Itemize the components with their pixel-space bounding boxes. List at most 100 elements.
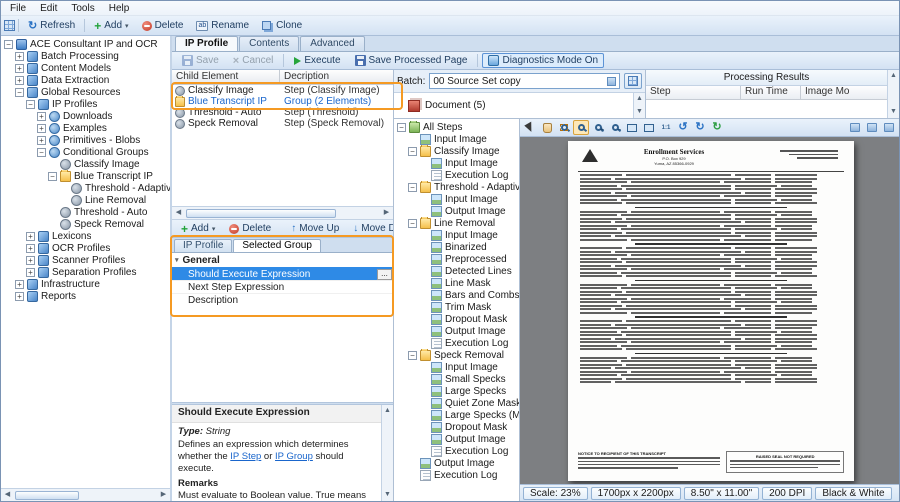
collapse-icon[interactable]: − — [397, 123, 406, 132]
pointer-icon[interactable] — [522, 120, 538, 135]
tree-item-small-specks[interactable]: Small Specks — [394, 373, 519, 385]
settings-icon[interactable] — [881, 120, 897, 135]
menu-item-edit[interactable]: Edit — [33, 3, 64, 14]
rotate-right-icon[interactable]: ↻ — [692, 120, 708, 135]
scroll-right-icon[interactable]: ▶ — [157, 489, 170, 501]
collapse-icon[interactable]: − — [408, 219, 417, 228]
expand-icon[interactable]: + — [15, 64, 24, 73]
navigation-icon[interactable] — [4, 20, 15, 31]
tree-item-speck-removal[interactable]: Speck Removal — [1, 218, 170, 230]
column-header-child-element[interactable]: Child Element — [172, 70, 280, 84]
zoom-out-icon[interactable]: − — [607, 120, 623, 135]
viewer-canvas[interactable]: Enrollment Services P.O. Box 929 Yuma, A… — [520, 137, 899, 484]
scrollbar-track[interactable] — [337, 207, 380, 219]
tree-item-input-image[interactable]: Input Image — [394, 133, 519, 145]
column-header-description[interactable]: Decription — [280, 70, 393, 84]
tree-item-execution-log[interactable]: Execution Log — [394, 445, 519, 457]
tree-item-line-removal[interactable]: −Line Removal — [394, 217, 519, 229]
scrollbar-thumb[interactable] — [186, 209, 336, 218]
document-strip-scrollbar[interactable]: ▲ ▼ — [633, 93, 645, 118]
tree-item-scanner-profiles[interactable]: +Scanner Profiles — [1, 254, 170, 266]
expand-icon[interactable]: + — [15, 280, 24, 289]
collapse-icon[interactable]: − — [15, 88, 24, 97]
tree-item-large-specks-masked[interactable]: Large Specks (Masked) — [394, 409, 519, 421]
scroll-up-icon[interactable]: ▲ — [888, 70, 899, 82]
tree-item-ip-profiles[interactable]: −IP Profiles — [1, 98, 170, 110]
expand-icon[interactable]: + — [26, 244, 35, 253]
diagnostics-mode-button[interactable]: Diagnostics Mode On — [482, 53, 604, 68]
expand-icon[interactable]: + — [15, 76, 24, 85]
tree-item-ace-consultant-ip-and-ocr[interactable]: −ACE Consultant IP and OCR — [1, 38, 170, 50]
scroll-up-icon[interactable]: ▲ — [382, 405, 393, 417]
scrollbar-track[interactable] — [888, 82, 899, 106]
tree-item-dropout-mask[interactable]: Dropout Mask — [394, 313, 519, 325]
tab-ip-profile[interactable]: IP Profile — [175, 36, 238, 51]
tree-item-separation-profiles[interactable]: +Separation Profiles — [1, 266, 170, 278]
tree-item-batch-processing[interactable]: +Batch Processing — [1, 50, 170, 62]
batch-combo[interactable]: 00 Source Set copy — [429, 73, 620, 89]
tab-advanced[interactable]: Advanced — [300, 36, 364, 51]
collapse-icon[interactable]: − — [4, 40, 13, 49]
tree-item-bars-and-combs[interactable]: Bars and Combs — [394, 289, 519, 301]
display-icon[interactable] — [847, 120, 863, 135]
save-processed-page-button[interactable]: Save Processed Page — [349, 53, 474, 68]
collapse-icon[interactable]: − — [48, 172, 57, 181]
table-row-blue-transcript-ip[interactable]: Blue Transcript IPGroup (2 Elements) — [172, 96, 393, 107]
expand-icon[interactable]: + — [37, 124, 46, 133]
tree-item-input-image[interactable]: Input Image — [394, 193, 519, 205]
combo-edit-icon[interactable] — [607, 77, 616, 86]
scroll-down-icon[interactable]: ▼ — [888, 106, 899, 118]
tree-item-classify-image[interactable]: Classify Image — [1, 158, 170, 170]
tree-item-threshold-adaptive[interactable]: −Threshold - Adaptive — [394, 181, 519, 193]
tree-item-input-image[interactable]: Input Image — [394, 157, 519, 169]
rotate-left-icon[interactable]: ↺ — [675, 120, 691, 135]
tree-item-speck-removal[interactable]: −Speck Removal — [394, 349, 519, 361]
expand-icon[interactable]: + — [26, 232, 35, 241]
delete-element-button[interactable]: Delete — [223, 221, 277, 236]
scrollbar-track[interactable] — [382, 417, 393, 489]
table-row-speck-removal[interactable]: Speck RemovalStep (Speck Removal) — [172, 118, 393, 129]
tree-item-blue-transcript-ip[interactable]: −Blue Transcript IP — [1, 170, 170, 182]
scroll-left-icon[interactable]: ◀ — [1, 489, 14, 501]
tree-item-input-image[interactable]: Input Image — [394, 361, 519, 373]
tree-item-primitives-blobs[interactable]: +Primitives - Blobs — [1, 134, 170, 146]
tree-item-threshold-auto[interactable]: Threshold - Auto — [1, 206, 170, 218]
collapse-icon[interactable]: − — [37, 148, 46, 157]
tree-item-large-specks[interactable]: Large Specks — [394, 385, 519, 397]
tree-item-data-extraction[interactable]: +Data Extraction — [1, 74, 170, 86]
fit-width-icon[interactable] — [624, 120, 640, 135]
collapse-icon[interactable]: − — [26, 100, 35, 109]
column-header-image-mode[interactable]: Image Mo — [801, 86, 887, 99]
expand-icon[interactable]: + — [15, 292, 24, 301]
add-button[interactable]: +Add▾ — [88, 18, 134, 33]
table-row-classify-image[interactable]: Classify ImageStep (Classify Image) — [172, 85, 393, 96]
processing-results-scrollbar[interactable]: ▲ ▼ — [887, 70, 899, 118]
fit-page-icon[interactable] — [641, 120, 657, 135]
tree-item-output-image[interactable]: Output Image — [394, 325, 519, 337]
refresh-icon[interactable]: ↻ — [709, 120, 725, 135]
property-group-general[interactable]: ▾General — [172, 253, 393, 267]
rename-button[interactable]: abRename — [190, 18, 255, 33]
ip-group-link[interactable]: IP Group — [275, 451, 313, 462]
menu-item-file[interactable]: File — [3, 3, 33, 14]
tree-item-output-image[interactable]: Output Image — [394, 205, 519, 217]
scroll-left-icon[interactable]: ◀ — [172, 207, 185, 219]
column-header-step[interactable]: Step — [646, 86, 741, 99]
tree-item-content-models[interactable]: +Content Models — [1, 62, 170, 74]
tree-item-global-resources[interactable]: −Global Resources — [1, 86, 170, 98]
property-row-description[interactable]: Description — [172, 293, 393, 306]
zoom-region-icon[interactable] — [556, 120, 572, 135]
zoom-in-icon[interactable]: + — [590, 120, 606, 135]
clone-button[interactable]: Clone — [256, 18, 308, 33]
tree-item-execution-log[interactable]: Execution Log — [394, 169, 519, 181]
scroll-down-icon[interactable]: ▼ — [634, 106, 645, 118]
tab-contents[interactable]: Contents — [239, 36, 299, 51]
expand-icon[interactable]: + — [37, 136, 46, 145]
menu-item-help[interactable]: Help — [102, 3, 137, 14]
actual-size-icon[interactable]: 1:1 — [658, 120, 674, 135]
save-button[interactable]: Save — [176, 53, 225, 68]
tree-item-execution-log[interactable]: Execution Log — [394, 337, 519, 349]
tree-item-downloads[interactable]: +Downloads — [1, 110, 170, 122]
expand-icon[interactable]: + — [37, 112, 46, 121]
execute-button[interactable]: Execute — [288, 53, 346, 68]
